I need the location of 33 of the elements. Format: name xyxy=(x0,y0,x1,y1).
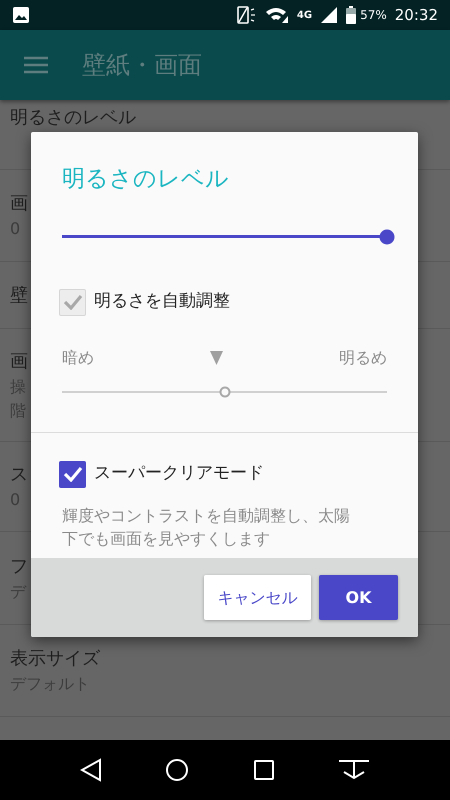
slider-max-label: 明るめ xyxy=(339,346,387,368)
clock: 20:32 xyxy=(394,4,438,26)
phone-icon xyxy=(236,6,257,24)
screen-title: 壁紙・画面 xyxy=(82,50,202,81)
slider-thumb[interactable] xyxy=(380,229,394,244)
description-text: 輝度やコントラストを自動調整し、太陽下でも画面を見やすくします xyxy=(61,504,351,550)
home-icon[interactable] xyxy=(165,758,190,782)
dialog-title: 明るさのレベル xyxy=(61,165,230,194)
ok-button[interactable]: OK xyxy=(319,575,398,620)
check-icon xyxy=(62,294,82,310)
checkbox-label: スーパークリアモード xyxy=(94,462,264,486)
cancel-button[interactable]: キャンセル xyxy=(204,575,311,620)
setting-title: 画 xyxy=(10,350,28,374)
picture-icon xyxy=(12,6,30,24)
wifi-icon xyxy=(264,6,289,24)
slider-min-label: 暗め xyxy=(62,346,94,368)
check-icon xyxy=(62,466,82,482)
setting-title: 明るさのレベル xyxy=(10,106,136,130)
marker-icon xyxy=(210,350,223,364)
recents-icon[interactable] xyxy=(252,759,275,781)
setting-title: 表示サイズ xyxy=(10,647,100,671)
setting-title: ス xyxy=(10,463,28,487)
setting-title: 画 xyxy=(10,192,28,216)
network-label: 4G xyxy=(296,8,312,22)
back-icon[interactable] xyxy=(80,758,102,782)
setting-title: 壁 xyxy=(10,284,28,308)
checkbox[interactable] xyxy=(59,460,86,488)
battery-percent: 57% xyxy=(360,7,387,24)
signal-icon xyxy=(320,6,338,24)
battery-icon xyxy=(346,6,356,24)
setting-title: フ xyxy=(10,554,28,578)
checkbox-label: 明るさを自動調整 xyxy=(94,290,230,314)
collapse-icon[interactable] xyxy=(338,758,370,782)
